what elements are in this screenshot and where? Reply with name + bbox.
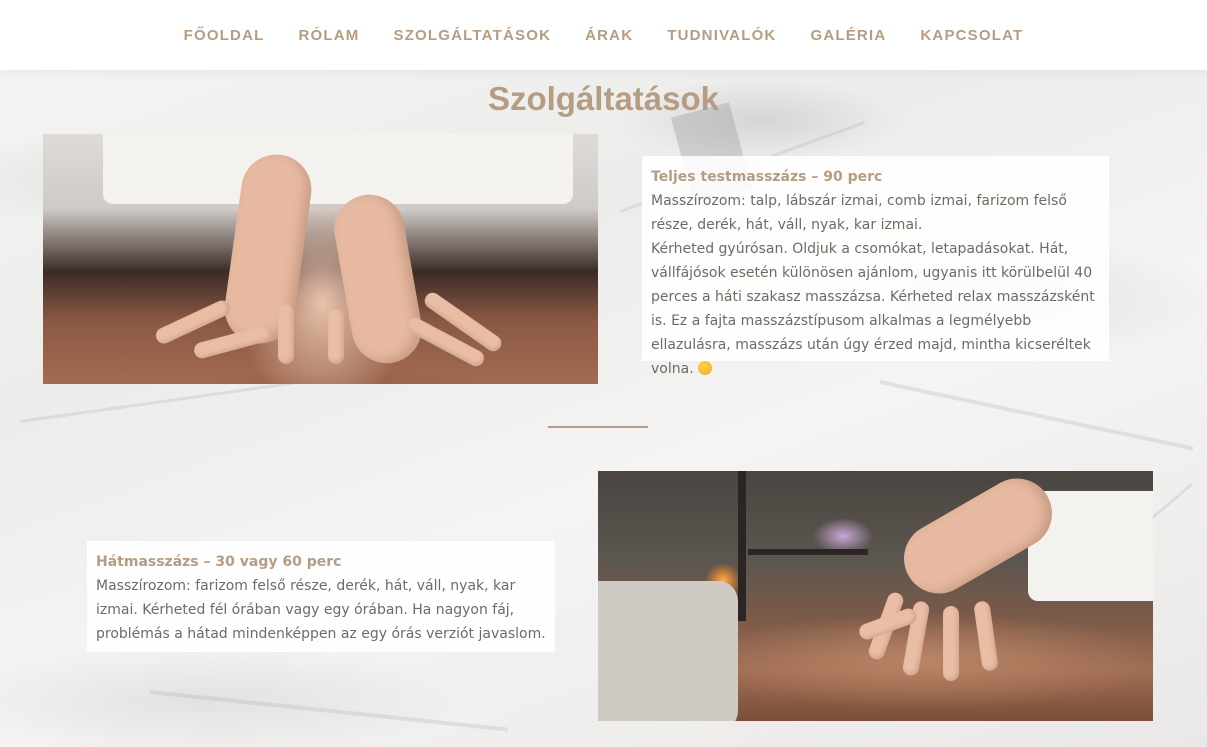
service-title: Hátmasszázs – 30 vagy 60 perc [96, 554, 342, 570]
nav-link-rolam[interactable]: RÓLAM [298, 27, 359, 44]
service-description: Masszírozom: talp, lábszár izmai, comb i… [651, 193, 1067, 233]
nav-link-tudnivalok[interactable]: TUDNIVALÓK [667, 27, 776, 44]
service-card-back: Hátmasszázs – 30 vagy 60 perc Masszírozo… [87, 541, 555, 652]
service-details: Kérheted gyúrósan. Oldjuk a csomókat, le… [651, 241, 1095, 377]
back-massage-photo [598, 471, 1153, 721]
page-title: Szolgáltatások [487, 80, 720, 117]
top-navigation: FŐOLDAL RÓLAM SZOLGÁLTATÁSOK ÁRAK TUDNIV… [0, 0, 1207, 70]
section-divider [548, 426, 648, 428]
service-card-full-body: Teljes testmasszázs – 90 perc Masszírozo… [642, 156, 1109, 377]
nav-link-arak[interactable]: ÁRAK [585, 27, 633, 44]
nav-link-galeria[interactable]: GALÉRIA [810, 27, 886, 44]
service-title: Teljes testmasszázs – 90 perc [651, 169, 883, 185]
nav-link-szolgaltatasok[interactable]: SZOLGÁLTATÁSOK [393, 27, 551, 44]
full-body-massage-photo [43, 134, 598, 384]
nav-link-fooldal[interactable]: FŐOLDAL [184, 27, 265, 44]
service-description: Masszírozom: farizom felső része, derék,… [96, 578, 546, 642]
smiling-face-icon [698, 361, 713, 375]
nav-link-kapcsolat[interactable]: KAPCSOLAT [920, 27, 1023, 44]
